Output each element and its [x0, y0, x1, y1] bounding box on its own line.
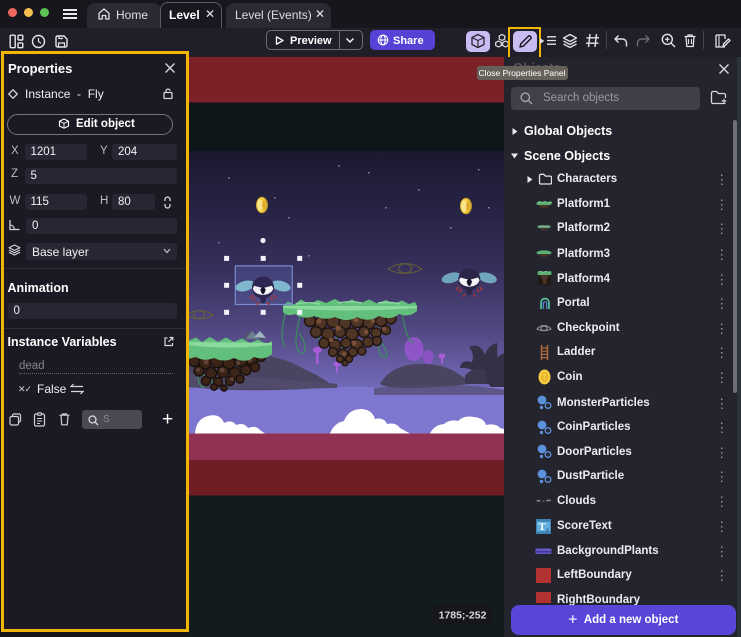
svg-text:x: x [546, 527, 549, 533]
svg-text:1785;-252: 1785;-252 [439, 610, 487, 622]
